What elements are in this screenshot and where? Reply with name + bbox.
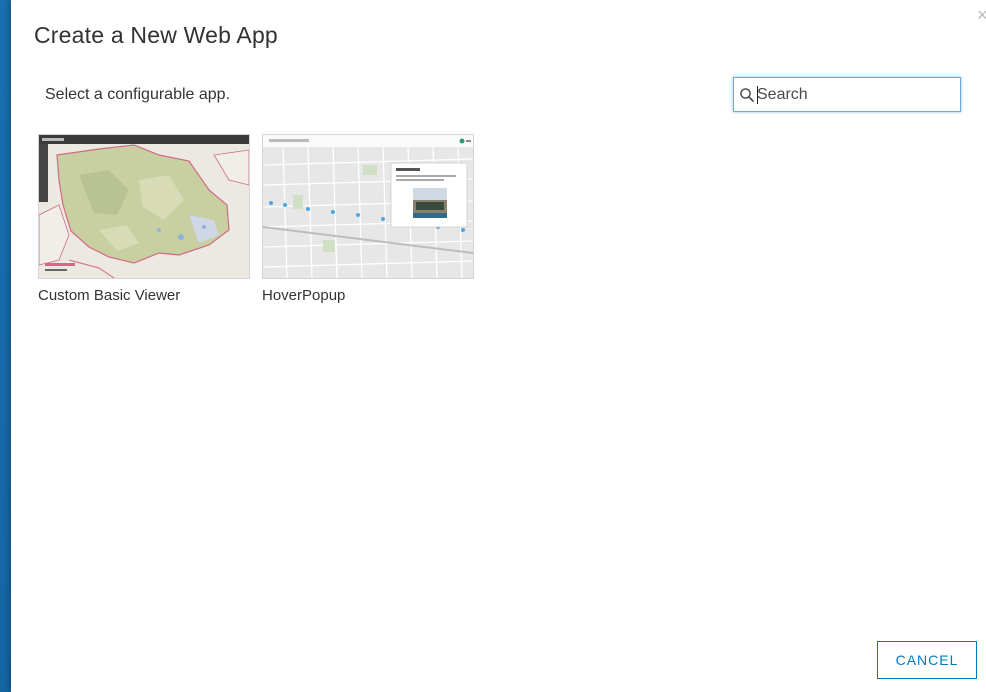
dialog-subtitle: Select a configurable app. bbox=[45, 86, 231, 103]
app-card-custom-basic-viewer[interactable]: Custom Basic Viewer bbox=[38, 134, 250, 304]
cancel-button[interactable]: CANCEL bbox=[877, 641, 977, 679]
search-icon bbox=[740, 87, 754, 102]
map-thumbnail-image bbox=[39, 135, 249, 278]
search-field[interactable] bbox=[733, 77, 961, 112]
map-thumbnail-custom-basic-viewer[interactable] bbox=[38, 134, 250, 279]
create-web-app-dialog: × Create a New Web App Select a configur… bbox=[11, 0, 986, 692]
search-input[interactable] bbox=[757, 85, 947, 104]
text-cursor bbox=[757, 86, 758, 104]
close-icon[interactable]: × bbox=[977, 6, 986, 24]
dialog-title: Create a New Web App bbox=[34, 22, 278, 48]
app-card-hoverpopup[interactable]: HoverPopup bbox=[262, 134, 474, 304]
app-card-label: HoverPopup bbox=[262, 287, 346, 304]
map-thumbnail-image bbox=[263, 135, 473, 278]
app-card-label: Custom Basic Viewer bbox=[38, 287, 181, 304]
map-thumbnail-hoverpopup[interactable] bbox=[262, 134, 474, 279]
